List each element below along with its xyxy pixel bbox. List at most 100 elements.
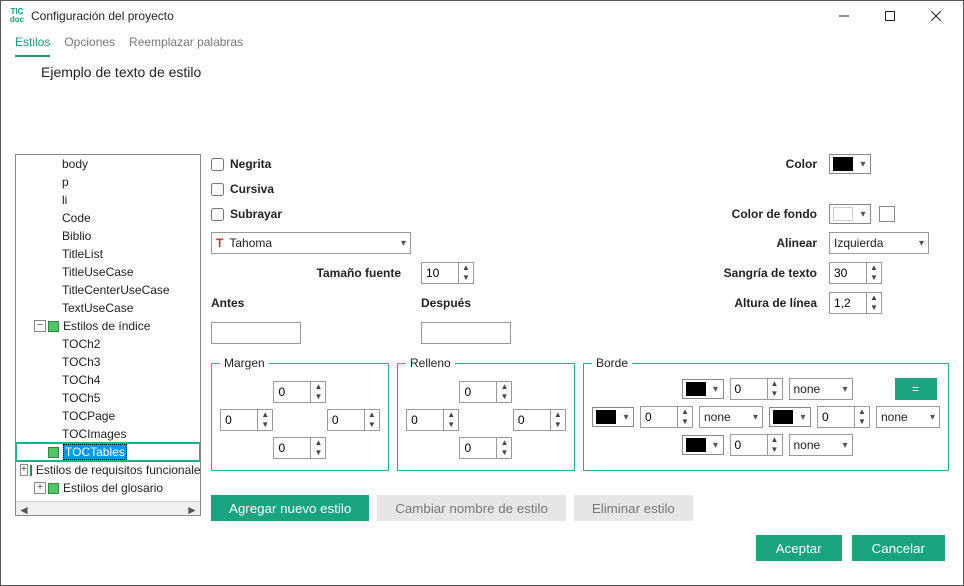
border-right-width[interactable]: ▲▼: [817, 406, 870, 428]
close-button[interactable]: [913, 1, 959, 31]
bgcolor-picker[interactable]: ▾: [829, 204, 871, 224]
folder-icon: [48, 321, 59, 332]
bgcolor-label: Color de fondo: [689, 207, 819, 221]
minimize-button[interactable]: [821, 1, 867, 31]
collapse-icon[interactable]: −: [34, 320, 46, 332]
tree-item[interactable]: TitleCenterUseCase: [16, 281, 200, 299]
spin-down-icon[interactable]: ▼: [459, 273, 473, 283]
chevron-down-icon: ▾: [856, 209, 870, 220]
tree-item[interactable]: TOCPage: [16, 407, 200, 425]
tree-item[interactable]: TOCh2: [16, 335, 200, 353]
tree-item[interactable]: Code: [16, 209, 200, 227]
maximize-button[interactable]: [867, 1, 913, 31]
tree-item[interactable]: TOCh4: [16, 371, 200, 389]
tree-group-glosario[interactable]: +Estilos del glosario: [16, 479, 200, 497]
spin-up-icon[interactable]: ▲: [867, 293, 881, 303]
bgcolor-enable-checkbox[interactable]: [879, 206, 895, 222]
folder-icon: [30, 465, 32, 476]
chevron-down-icon: ▾: [401, 238, 406, 249]
spin-down-icon[interactable]: ▼: [867, 303, 881, 313]
border-group: Borde ▾ ▲▼ none▾ = ▾: [583, 356, 949, 471]
lineheight-spinner[interactable]: ▲▼: [829, 292, 882, 314]
color-picker[interactable]: ▾: [829, 154, 871, 174]
padding-bottom-spinner[interactable]: ▲▼: [459, 437, 512, 459]
tree-item[interactable]: TOCh5: [16, 389, 200, 407]
padding-top-spinner[interactable]: ▲▼: [459, 381, 512, 403]
border-left-color[interactable]: ▾: [592, 407, 634, 427]
underline-checkbox[interactable]: Subrayar: [211, 207, 411, 221]
border-top-style[interactable]: none▾: [789, 378, 853, 400]
color-label: Color: [689, 157, 819, 171]
tree-item[interactable]: TOCh3: [16, 353, 200, 371]
expand-icon[interactable]: +: [20, 464, 28, 476]
border-right-style[interactable]: none▾: [876, 406, 940, 428]
titlebar: TICdoc Configuración del proyecto: [1, 1, 963, 31]
expand-icon[interactable]: +: [34, 482, 46, 494]
add-style-button[interactable]: Agregar nuevo estilo: [211, 495, 369, 521]
tree-item[interactable]: p: [16, 173, 200, 191]
folder-icon: [48, 483, 59, 494]
style-tree-scroll[interactable]: body p li Code Biblio TitleList TitleUse…: [16, 155, 200, 501]
border-left-width[interactable]: ▲▼: [640, 406, 693, 428]
margin-group: Margen ▲▼ ▲▼ ▲▼ ▲▼: [211, 356, 389, 471]
spin-down-icon[interactable]: ▼: [867, 273, 881, 283]
chevron-down-icon: ▾: [856, 159, 870, 170]
tab-opciones[interactable]: Opciones: [64, 31, 115, 57]
margin-bottom-spinner[interactable]: ▲▼: [273, 437, 326, 459]
border-top-width[interactable]: ▲▼: [730, 378, 783, 400]
indent-spinner[interactable]: ▲▼: [829, 262, 882, 284]
align-select[interactable]: Izquierda▾: [829, 232, 929, 254]
spin-up-icon[interactable]: ▲: [459, 263, 473, 273]
tab-bar: Estilos Opciones Reemplazar palabras: [1, 31, 963, 58]
tree-item[interactable]: TitleList: [16, 245, 200, 263]
border-bottom-style[interactable]: none▾: [789, 434, 853, 456]
tree-group-indice[interactable]: −Estilos de índice: [16, 317, 200, 335]
tree-item[interactable]: Biblio: [16, 227, 200, 245]
font-icon: T: [216, 236, 223, 250]
before-label: Antes: [211, 296, 244, 310]
tree-item-selected[interactable]: TOCTables: [16, 443, 200, 461]
indent-label: Sangría de texto: [689, 266, 819, 280]
italic-checkbox[interactable]: Cursiva: [211, 182, 411, 196]
padding-group: Relleno ▲▼ ▲▼ ▲▼ ▲▼: [397, 356, 575, 471]
scroll-right-icon[interactable]: ►: [184, 503, 200, 517]
spin-up-icon[interactable]: ▲: [867, 263, 881, 273]
scroll-left-icon[interactable]: ◄: [16, 503, 32, 517]
rename-style-button: Cambiar nombre de estilo: [377, 495, 566, 521]
border-bottom-width[interactable]: ▲▼: [730, 434, 783, 456]
border-top-color[interactable]: ▾: [682, 379, 724, 399]
before-input[interactable]: [211, 322, 301, 344]
delete-style-button: Eliminar estilo: [574, 495, 693, 521]
cancel-button[interactable]: Cancelar: [852, 535, 945, 561]
chevron-down-icon: ▾: [919, 238, 924, 249]
border-right-color[interactable]: ▾: [769, 407, 811, 427]
color-swatch: [833, 207, 853, 221]
margin-top-spinner[interactable]: ▲▼: [273, 381, 326, 403]
tree-item[interactable]: TextUseCase: [16, 299, 200, 317]
tree-group-requisitos[interactable]: +Estilos de requisitos funcionales: [16, 461, 200, 479]
tree-item[interactable]: body: [16, 155, 200, 173]
margin-right-spinner[interactable]: ▲▼: [327, 409, 380, 431]
after-input[interactable]: [421, 322, 511, 344]
window-title: Configuración del proyecto: [31, 9, 821, 23]
font-size-label: Tamaño fuente: [211, 266, 411, 280]
tree-horizontal-scrollbar[interactable]: ◄ ►: [16, 501, 200, 516]
tree-item[interactable]: li: [16, 191, 200, 209]
padding-right-spinner[interactable]: ▲▼: [513, 409, 566, 431]
tree-item[interactable]: TitleUseCase: [16, 263, 200, 281]
border-equal-button[interactable]: =: [895, 378, 937, 400]
border-left-style[interactable]: none▾: [699, 406, 763, 428]
folder-icon: [48, 501, 59, 502]
tree-item[interactable]: TOCImages: [16, 425, 200, 443]
font-size-spinner[interactable]: ▲▼: [421, 262, 474, 284]
padding-left-spinner[interactable]: ▲▼: [406, 409, 459, 431]
tab-reemplazar[interactable]: Reemplazar palabras: [129, 31, 243, 57]
font-select[interactable]: T Tahoma ▾: [211, 232, 411, 254]
tab-estilos[interactable]: Estilos: [15, 31, 50, 57]
margin-left-spinner[interactable]: ▲▼: [220, 409, 273, 431]
bold-checkbox[interactable]: Negrita: [211, 157, 411, 171]
style-tree: body p li Code Biblio TitleList TitleUse…: [15, 154, 201, 516]
border-bottom-color[interactable]: ▾: [682, 435, 724, 455]
color-swatch: [833, 157, 853, 171]
ok-button[interactable]: Aceptar: [756, 535, 842, 561]
